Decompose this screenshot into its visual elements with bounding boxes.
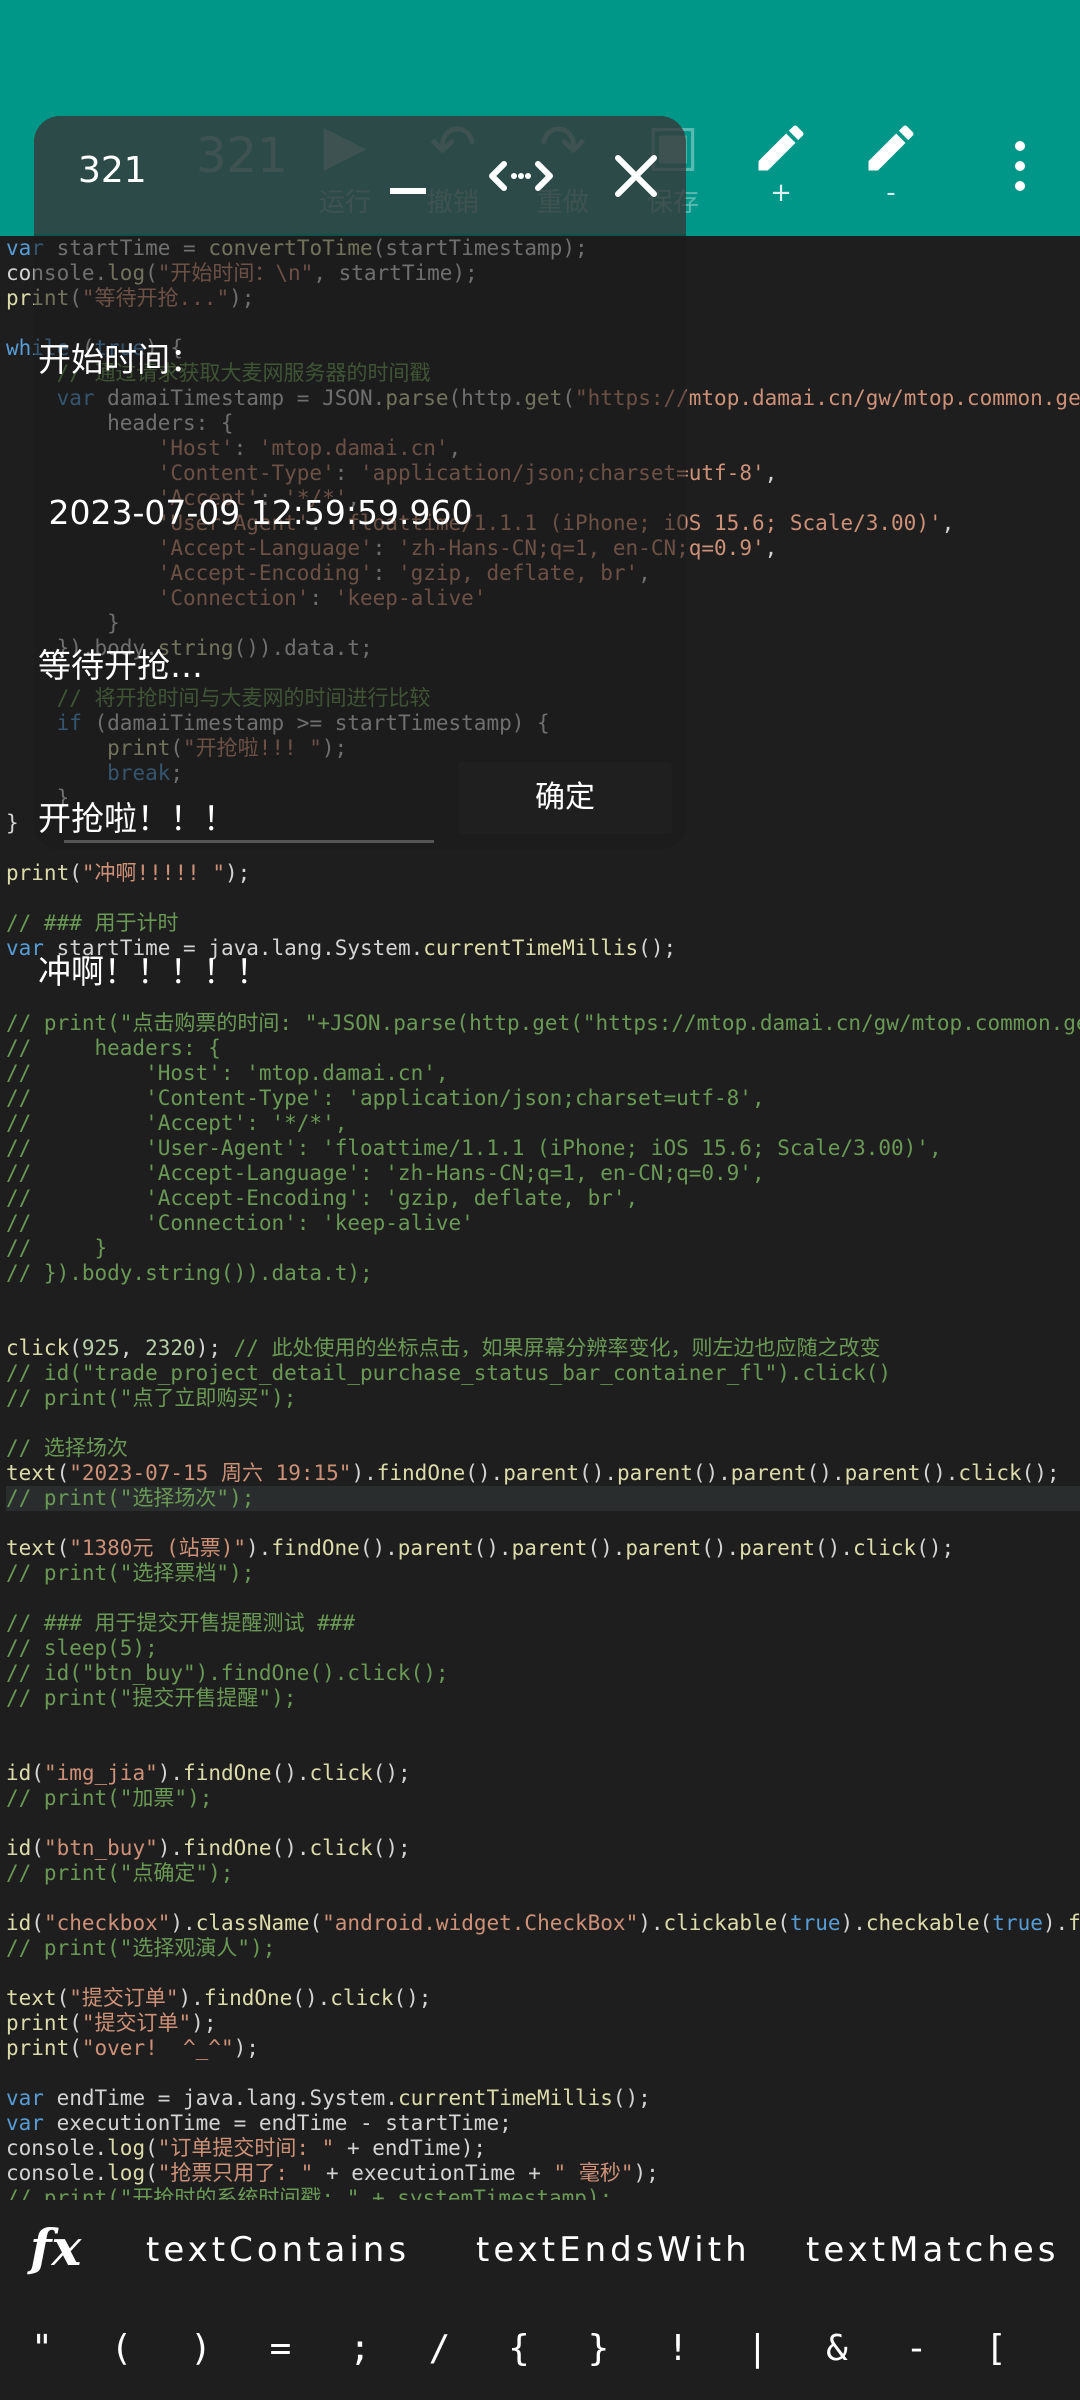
symbol-key[interactable]: & (817, 2328, 857, 2369)
symbol-key[interactable]: ( (102, 2328, 142, 2369)
code-line[interactable]: // 'Connection': 'keep-alive' (6, 1211, 1080, 1236)
code-line[interactable]: // }).body.string()).data.t); (6, 1261, 1080, 1286)
more-options-icon[interactable] (990, 136, 1050, 206)
code-line[interactable]: id("checkbox").className("android.widget… (6, 1911, 1080, 1936)
symbol-key[interactable]: ) (181, 2328, 221, 2369)
pencil-icon (868, 125, 914, 171)
code-line[interactable]: var executionTime = endTime - startTime; (6, 2111, 1080, 2136)
code-line[interactable]: // id("trade_project_detail_purchase_sta… (6, 1361, 1080, 1386)
code-line[interactable]: text("2023-07-15 周六 19:15").findOne().pa… (6, 1461, 1080, 1486)
code-line[interactable]: // print("点确定"); (6, 1861, 1080, 1886)
code-line[interactable] (6, 1311, 1080, 1336)
minimize-icon[interactable] (390, 188, 426, 194)
code-line[interactable]: // print("选择票档"); (6, 1561, 1080, 1586)
pencil-icon (758, 125, 804, 171)
code-line[interactable]: // } (6, 1236, 1080, 1261)
zoom-in-label: + (770, 178, 792, 208)
code-line[interactable] (6, 1411, 1080, 1436)
code-line[interactable] (6, 1586, 1080, 1611)
code-line[interactable] (6, 1736, 1080, 1761)
code-line[interactable]: // 'Accept-Language': 'zh-Hans-CN;q=1, e… (6, 1161, 1080, 1186)
code-line[interactable]: id("img_jia").findOne().click(); (6, 1761, 1080, 1786)
code-line[interactable] (6, 1711, 1080, 1736)
resize-icon[interactable] (486, 146, 556, 206)
code-line[interactable]: var endTime = java.lang.System.currentTi… (6, 2086, 1080, 2111)
log-line: 2023-07-09 12:59:59.960 (38, 493, 473, 532)
code-line[interactable]: // print("加票"); (6, 1786, 1080, 1811)
snippet-textendswith[interactable]: textEndsWith (476, 2230, 751, 2270)
code-line[interactable]: // 'Accept': '*/*', (6, 1111, 1080, 1136)
code-line[interactable]: // 'Accept-Encoding': 'gzip, deflate, br… (6, 1186, 1080, 1211)
code-line[interactable] (6, 1511, 1080, 1536)
code-line[interactable]: print("over! ^_^"); (6, 2036, 1080, 2061)
code-line[interactable]: // 'User-Agent': 'floattime/1.1.1 (iPhon… (6, 1136, 1080, 1161)
code-line[interactable] (6, 1286, 1080, 1311)
code-line[interactable]: // id("btn_buy").findOne().click(); (6, 1661, 1080, 1686)
log-line: 冲啊！！！！！ (38, 952, 269, 991)
symbol-key[interactable]: = (261, 2328, 301, 2369)
symbol-bar: " () =; / {}! | & -[ (0, 2308, 1080, 2400)
close-icon[interactable] (606, 146, 666, 206)
symbol-key[interactable]: / (420, 2328, 460, 2369)
code-line[interactable]: // print("选择观演人"); (6, 1936, 1080, 1961)
code-line[interactable]: id("btn_buy").findOne().click(); (6, 1836, 1080, 1861)
symbol-key[interactable]: { (499, 2328, 539, 2369)
code-line[interactable]: console.log("抢票只用了: " + executionTime + … (6, 2161, 1080, 2186)
log-line: 等待开抢… (38, 646, 203, 685)
code-line[interactable]: print("提交订单"); (6, 2011, 1080, 2036)
code-line[interactable]: // ### 用于提交开售提醒测试 ### (6, 1611, 1080, 1636)
zoom-in-button[interactable]: + (726, 118, 836, 208)
console-log: 开始时间： 2023-07-09 12:59:59.960 等待开抢… 开抢啦！… (38, 232, 472, 1099)
floating-console-window[interactable]: 321 开始时间： 2023-07-09 12:59:59.960 等待开抢… … (34, 116, 686, 991)
function-icon[interactable]: fx (30, 2218, 81, 2277)
console-scrollbar[interactable] (64, 840, 434, 843)
log-line: 开始时间： (38, 340, 203, 379)
code-line[interactable] (6, 2061, 1080, 2086)
snippet-textcontains[interactable]: textContains (146, 2230, 410, 2270)
code-line[interactable]: // sleep(5); (6, 1636, 1080, 1661)
code-line[interactable] (6, 1886, 1080, 1911)
code-line[interactable] (6, 1961, 1080, 1986)
symbol-key[interactable]: ! (658, 2328, 698, 2369)
symbol-key[interactable]: } (579, 2328, 619, 2369)
symbol-key[interactable]: | (738, 2328, 778, 2369)
code-line[interactable]: text("1380元 (站票)").findOne().parent().pa… (6, 1536, 1080, 1561)
log-line: 开抢啦！！！ (38, 799, 236, 838)
code-line[interactable]: click(925, 2320); // 此处使用的坐标点击，如果屏幕分辨率变化… (6, 1336, 1080, 1361)
console-title: 321 (78, 150, 147, 191)
zoom-out-button[interactable]: - (836, 118, 946, 208)
zoom-out-label: - (886, 178, 896, 208)
snippet-textmatches[interactable]: textMatches (806, 2230, 1059, 2270)
ok-button[interactable]: 确定 (458, 762, 672, 834)
code-line[interactable]: // print("提交开售提醒"); (6, 1686, 1080, 1711)
symbol-key[interactable]: [ (976, 2328, 1016, 2369)
code-line[interactable]: // 选择场次 (6, 1436, 1080, 1461)
code-line[interactable]: console.log("订单提交时间: " + endTime); (6, 2136, 1080, 2161)
code-line[interactable]: text("提交订单").findOne().click(); (6, 1986, 1080, 2011)
symbol-key[interactable]: " (22, 2328, 62, 2369)
code-line[interactable]: // print("选择场次"); (6, 1486, 1080, 1511)
symbol-key[interactable]: - (897, 2328, 937, 2369)
symbol-key[interactable]: ; (340, 2328, 380, 2369)
code-line[interactable] (6, 1811, 1080, 1836)
snippet-bar: fx textContains textEndsWith textMatches (0, 2200, 1080, 2308)
code-line[interactable]: // print("开抢时的系统时间戳: " + systemTimestamp… (6, 2186, 1080, 2200)
code-line[interactable]: // print("点了立即购买"); (6, 1386, 1080, 1411)
